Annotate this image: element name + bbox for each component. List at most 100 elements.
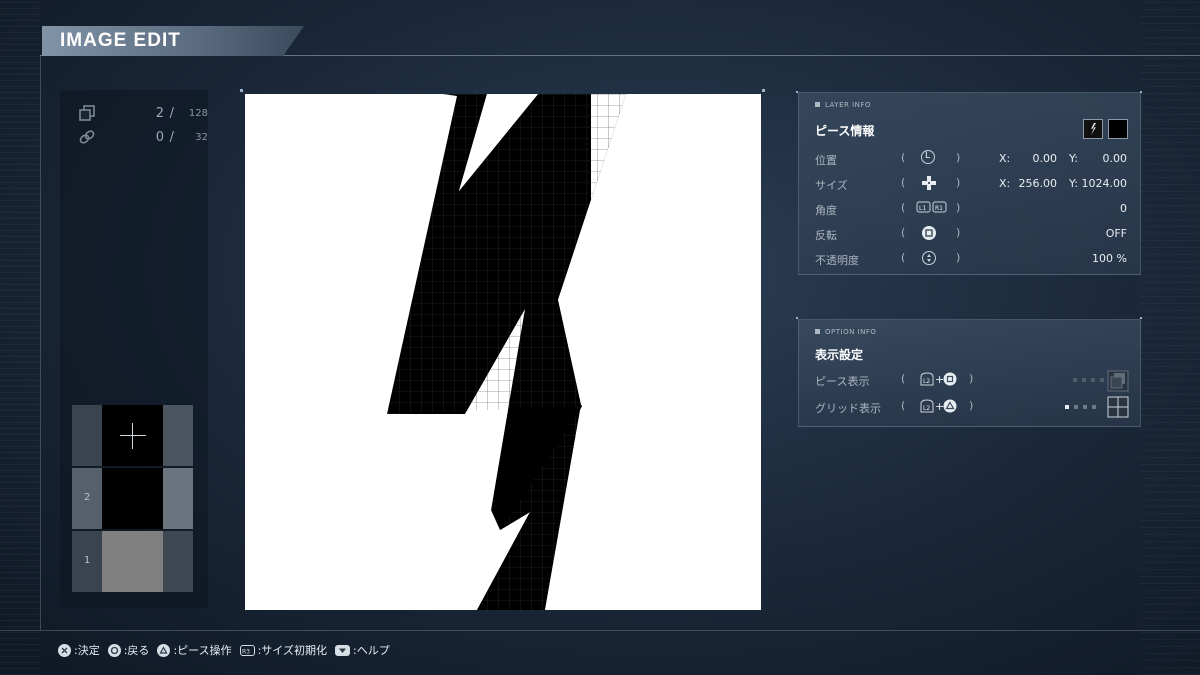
- flip-value: OFF: [1105, 227, 1127, 240]
- angle-label: 角度: [815, 204, 837, 217]
- frame-bottom-line: [0, 630, 1200, 631]
- help-label: :ヘルプ: [352, 644, 390, 657]
- piece-max: 128: [188, 107, 208, 119]
- l2-triangle-icon: L2 +: [919, 398, 959, 417]
- panel-corner-marker: [1140, 91, 1142, 93]
- lightning-icon: [1091, 123, 1096, 135]
- paren-close: ): [956, 151, 961, 164]
- flip-label: 反転: [815, 229, 837, 242]
- background-texture-right: [1140, 0, 1200, 675]
- grid-display-dots: [1065, 405, 1096, 409]
- layer-side-right: [163, 468, 193, 529]
- size-y-value: 1024.00: [1081, 177, 1128, 190]
- svg-text:L2: L2: [923, 378, 930, 385]
- link-separator: /: [169, 129, 174, 145]
- triangle-button-icon: [157, 643, 171, 657]
- paren-open: (: [901, 226, 906, 239]
- panel-corner-marker: [1140, 317, 1142, 319]
- background-texture-left: [0, 0, 40, 675]
- paren-close: ): [969, 399, 974, 412]
- back-label: :戻る: [123, 644, 150, 657]
- layer-add-slot[interactable]: [72, 405, 193, 466]
- piece-thumbnail-swatch[interactable]: [1083, 119, 1103, 139]
- lightning-shape: [387, 94, 626, 610]
- size-row[interactable]: サイズ ( ) X: 256.00 Y: 1024.00: [815, 174, 1129, 194]
- panel-corner-marker: [796, 91, 798, 93]
- option-info-panel: OPTION INFO 表示設定 ピース表示 ( L2 + ) グリッド表示 ( …: [798, 319, 1141, 427]
- link-icon: [79, 130, 95, 144]
- edit-canvas[interactable]: [245, 94, 761, 610]
- paren-close: ): [956, 226, 961, 239]
- plus-icon-vertical: [132, 423, 133, 449]
- help-hint[interactable]: :ヘルプ: [334, 642, 390, 658]
- confirm-hint[interactable]: :決定: [58, 642, 100, 658]
- grid-display-icon: [1107, 396, 1129, 418]
- piece-counter: 2 / 128: [78, 104, 208, 122]
- paren-open: (: [901, 399, 906, 412]
- layer-number: 2: [84, 492, 91, 503]
- size-x-value: 256.00: [1018, 177, 1058, 190]
- right-stick-icon: [921, 250, 937, 269]
- layer-info-title: ピース情報: [815, 124, 875, 138]
- piece-display-label: ピース表示: [815, 375, 870, 388]
- link-count: 0: [155, 129, 164, 145]
- svg-text:+: +: [935, 400, 944, 413]
- l1-r1-icon: L1 R1: [916, 200, 948, 217]
- position-y-label: Y:: [1069, 152, 1078, 165]
- layer-thumbnail[interactable]: [102, 468, 163, 529]
- piece-display-row[interactable]: ピース表示 ( L2 + ): [815, 370, 1129, 392]
- position-label: 位置: [815, 154, 837, 167]
- flip-row[interactable]: 反転 ( ) OFF: [815, 224, 1129, 244]
- svg-text:L2: L2: [923, 405, 930, 412]
- position-row[interactable]: 位置 ( L ) X: 0.00 Y: 0.00: [815, 149, 1129, 169]
- layer-number: 1: [84, 555, 91, 566]
- layer-info-panel: LAYER INFO ピース情報 位置 ( L ) X: 0.00 Y: 0.0…: [798, 92, 1141, 275]
- circle-button-icon: [107, 643, 121, 657]
- angle-row[interactable]: 角度 ( L1 R1 ) 0: [815, 199, 1129, 219]
- paren-close: ): [969, 372, 974, 385]
- layer-stack: 2 1: [72, 405, 193, 594]
- svg-text:R1: R1: [935, 205, 943, 212]
- paren-open: (: [901, 151, 906, 164]
- layer-item[interactable]: 1: [72, 531, 193, 592]
- layer-item[interactable]: 2: [72, 468, 193, 529]
- size-label: サイズ: [815, 179, 848, 192]
- paren-open: (: [901, 372, 906, 385]
- piece-operation-hint[interactable]: :ピース操作: [157, 642, 232, 658]
- paren-close: ): [956, 201, 961, 214]
- back-hint[interactable]: :戻る: [107, 642, 150, 658]
- layer-side-left: [72, 405, 102, 466]
- size-y-label: Y:: [1069, 177, 1078, 190]
- piece-display-icon: [1107, 370, 1129, 392]
- option-info-tag: OPTION INFO: [815, 328, 876, 336]
- paren-close: ): [956, 251, 961, 264]
- layer-add-thumbnail[interactable]: [102, 405, 163, 466]
- layer-side-left: 2: [72, 468, 102, 529]
- layer-thumbnail[interactable]: [102, 531, 163, 592]
- paren-open: (: [901, 201, 906, 214]
- paren-open: (: [901, 251, 906, 264]
- opacity-label: 不透明度: [815, 254, 859, 267]
- opacity-row[interactable]: 不透明度 ( ) 100 %: [815, 249, 1129, 269]
- piece-operation-label: :ピース操作: [173, 644, 232, 657]
- grid-display-row[interactable]: グリッド表示 ( L2 + ): [815, 396, 1129, 418]
- button-guide: :決定 :戻る :ピース操作 R3 :サイズ初期化 :ヘルプ: [58, 641, 398, 659]
- piece-count: 2: [155, 105, 164, 121]
- position-x-label: X:: [999, 152, 1011, 165]
- piece-separator: /: [169, 105, 174, 121]
- reset-size-hint[interactable]: R3 :サイズ初期化: [239, 642, 327, 658]
- left-stick-icon: L: [921, 150, 935, 167]
- paren-open: (: [901, 176, 906, 189]
- layer-info-tag: LAYER INFO: [815, 101, 871, 109]
- layer-side-left: 1: [72, 531, 102, 592]
- position-y-value: 0.00: [1102, 152, 1128, 165]
- svg-text:R3: R3: [242, 648, 250, 655]
- page-title: IMAGE EDIT: [60, 30, 181, 51]
- l2-square-icon: L2 +: [919, 371, 959, 390]
- link-counter: 0 / 32: [78, 128, 208, 146]
- piece-color-swatch[interactable]: [1108, 119, 1128, 139]
- plus-icon: [120, 435, 146, 436]
- size-x-label: X:: [999, 177, 1011, 190]
- confirm-label: :決定: [74, 644, 100, 657]
- option-info-title: 表示設定: [815, 348, 864, 362]
